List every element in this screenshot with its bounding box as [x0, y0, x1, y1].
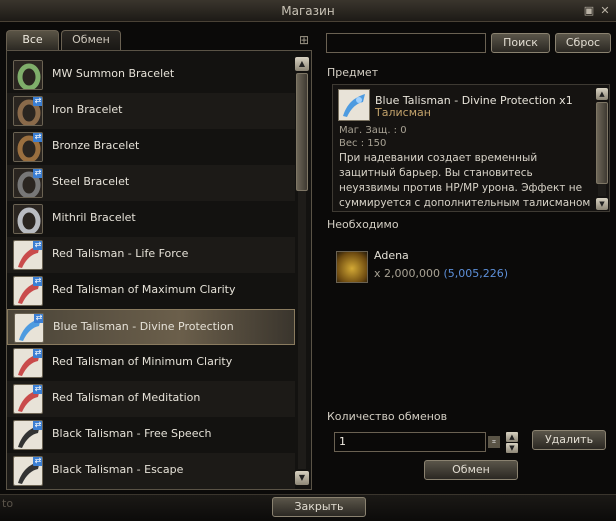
selected-item-category: Талисман [375, 106, 431, 119]
detail-scroll-up[interactable]: ▲ [596, 88, 608, 100]
calculator-icon[interactable]: ⌗ [488, 436, 500, 448]
required-amount: x 2,000,000 (5,005,226) [374, 267, 508, 280]
pin-icon[interactable]: ▣ [582, 4, 596, 18]
list-item-label: Mithril Bracelet [52, 211, 136, 224]
list-item[interactable]: ⇄ Red Talisman of Minimum Clarity [7, 345, 295, 381]
item-magic-defense: Маг. Защ. : 0 [339, 125, 407, 136]
list-item[interactable]: ⇄ Red Talisman of Meditation [7, 381, 295, 417]
exchange-badge-icon: ⇄ [33, 168, 42, 178]
talisman-icon: ⇄ [14, 313, 44, 343]
talisman-icon: ⇄ [13, 420, 43, 450]
bracelet-icon: ⇄ [13, 168, 43, 198]
exchange-count-label: Количество обменов [327, 410, 448, 423]
list-item-label: Black Talisman - Free Speech [52, 427, 212, 440]
detail-scroll-thumb[interactable] [596, 102, 608, 184]
exchange-badge-icon: ⇄ [33, 456, 42, 466]
list-item-label: Bronze Bracelet [52, 139, 140, 152]
talisman-icon: ⇄ [13, 240, 43, 270]
item-section-label: Предмет [327, 66, 379, 79]
selected-item-icon [338, 89, 370, 121]
reset-button[interactable]: Сброс [555, 33, 611, 53]
detail-scroll-down[interactable]: ▼ [596, 198, 608, 210]
list-item-label: Red Talisman of Minimum Clarity [52, 355, 233, 368]
bracelet-icon: ⇄ [13, 132, 43, 162]
item-weight: Вес : 150 [339, 138, 387, 149]
search-button[interactable]: Поиск [491, 33, 550, 53]
exchange-badge-icon: ⇄ [33, 276, 42, 286]
list-item[interactable]: Mithril Bracelet [7, 201, 295, 237]
quantity-input[interactable]: 1 [334, 432, 486, 452]
exchange-badge-icon: ⇄ [34, 313, 43, 323]
list-item-label: MW Summon Bracelet [52, 67, 175, 80]
list-scrollbar[interactable]: ▲ ▼ [295, 57, 309, 485]
list-item[interactable]: ⇄ Red Talisman of Maximum Clarity [7, 273, 295, 309]
exchange-badge-icon: ⇄ [33, 420, 42, 430]
detail-scrollbar[interactable]: ▲ ▼ [596, 88, 608, 210]
list-item[interactable]: ⇄ Black Talisman - Free Speech [7, 417, 295, 453]
list-item[interactable]: ⇄ Bronze Bracelet [7, 129, 295, 165]
bracelet-icon [13, 60, 43, 90]
list-item[interactable]: ⇄ Black Talisman - Escape [7, 453, 295, 489]
list-item[interactable]: ⇄ Red Talisman - Life Force [7, 237, 295, 273]
talisman-icon: ⇄ [13, 348, 43, 378]
list-item[interactable]: ⇄ Blue Talisman - Divine Protection [7, 309, 295, 345]
delete-button[interactable]: Удалить [532, 430, 606, 450]
bracelet-icon [13, 204, 43, 234]
list-item-label: Steel Bracelet [52, 175, 130, 188]
adena-icon [336, 251, 368, 283]
grid-view-icon[interactable]: ⊞ [297, 33, 311, 47]
scroll-down-button[interactable]: ▼ [295, 471, 309, 485]
exchange-badge-icon: ⇄ [33, 384, 42, 394]
list-item-label: Blue Talisman - Divine Protection [53, 320, 234, 333]
exchange-button[interactable]: Обмен [424, 460, 518, 480]
exchange-badge-icon: ⇄ [33, 96, 42, 106]
required-section-label: Необходимо [327, 218, 399, 231]
close-button[interactable]: Закрыть [272, 497, 366, 517]
search-input[interactable] [326, 33, 486, 53]
list-item-label: Red Talisman - Life Force [52, 247, 189, 260]
corner-text: to [2, 497, 14, 510]
scroll-up-button[interactable]: ▲ [295, 57, 309, 71]
item-description: При надевании создает временный защитный… [339, 152, 591, 209]
window-title: Магазин [281, 4, 335, 18]
exchange-badge-icon: ⇄ [33, 132, 42, 142]
required-amount-value: x 2,000,000 [374, 267, 440, 280]
required-box [332, 240, 610, 288]
talisman-icon: ⇄ [13, 384, 43, 414]
tab-all[interactable]: Все [6, 30, 59, 50]
talisman-icon: ⇄ [13, 276, 43, 306]
list-item-label: Iron Bracelet [52, 103, 123, 116]
required-item-name: Adena [374, 249, 409, 262]
list-item-label: Red Talisman of Meditation [52, 391, 201, 404]
talisman-icon: ⇄ [13, 456, 43, 486]
quantity-up-button[interactable]: ▲ [506, 432, 518, 442]
list-item[interactable]: ⇄ Steel Bracelet [7, 165, 295, 201]
list-item-label: Red Talisman of Maximum Clarity [52, 283, 236, 296]
item-list-panel: MW Summon Bracelet ⇄ Iron Bracelet ⇄ Bronze … [6, 50, 312, 490]
quantity-down-button[interactable]: ▼ [506, 443, 518, 453]
owned-amount: (5,005,226) [443, 267, 509, 280]
tab-exchange[interactable]: Обмен [61, 30, 121, 50]
exchange-badge-icon: ⇄ [33, 240, 42, 250]
close-icon[interactable]: ✕ [598, 4, 612, 18]
scroll-thumb[interactable] [296, 73, 308, 191]
bracelet-icon: ⇄ [13, 96, 43, 126]
exchange-badge-icon: ⇄ [33, 348, 42, 358]
list-item[interactable]: ⇄ Iron Bracelet [7, 93, 295, 129]
list-item[interactable]: MW Summon Bracelet [7, 57, 295, 93]
list-item-label: Black Talisman - Escape [52, 463, 184, 476]
